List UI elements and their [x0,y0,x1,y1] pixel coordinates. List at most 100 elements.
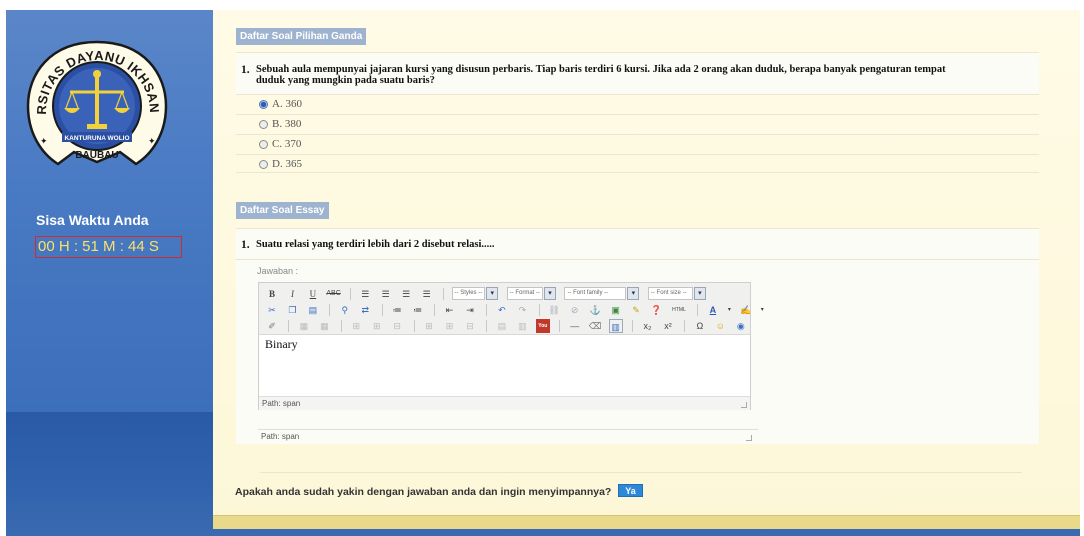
split-cells-icon[interactable]: ▥ [515,319,529,333]
chevron-down-icon[interactable]: ▾ [726,303,732,317]
chevron-down-icon[interactable]: ▾ [486,287,499,300]
italic-icon[interactable]: I [285,287,299,301]
mc-question-text-line2: duduk yang mungkin pada suatu baris? [256,75,435,86]
highlight-icon[interactable]: ✍ [739,303,753,317]
resize-grip-icon[interactable] [746,435,752,441]
bullet-list-icon[interactable]: ≔ [390,303,404,317]
superscript-icon[interactable]: x² [661,319,675,333]
edit-icon[interactable]: ✐ [265,319,279,333]
remove-format-icon[interactable]: ⌫ [588,319,602,333]
align-center-icon[interactable]: ☰ [379,287,393,301]
timer-label: Sisa Waktu Anda [36,212,149,228]
svg-text:✦: ✦ [148,136,156,146]
indent-icon[interactable]: ⇥ [463,303,477,317]
radio-selected-icon[interactable] [259,100,268,109]
mc-question-number: 1. [241,64,250,76]
undo-icon[interactable]: ↶ [495,303,509,317]
strikethrough-icon[interactable]: ABC [326,287,340,301]
answer-label: Jawaban : [257,266,299,276]
find-icon[interactable]: ⚲ [338,303,352,317]
mc-option-c[interactable]: C. 370 [236,134,1039,153]
confirm-row: Apakah anda sudah yakin dengan jawaban a… [235,484,643,498]
emoticon-icon[interactable]: ☺ [713,319,727,333]
toolbar-separator [288,320,290,332]
youtube-icon[interactable]: You [535,319,550,333]
rich-text-editor[interactable]: B I U ABC ☰ ☰ ☰ ☰ -- Styles -- ▾ -- Forma… [258,282,764,410]
numbered-list-icon[interactable]: ≔ [411,303,425,317]
table-props-icon[interactable]: ▦ [317,319,331,333]
cleanup-icon[interactable]: ✎ [629,303,643,317]
table-icon[interactable]: ▦ [297,319,311,333]
mc-option-a[interactable]: A. 360 [236,94,1039,113]
unlink-icon[interactable]: ⊘ [568,303,582,317]
col-insert-icon[interactable]: ⊞ [422,319,436,333]
toolbar-separator [538,304,540,316]
html-icon[interactable]: HTML [670,303,688,317]
outer-path-status: Path: span [258,429,758,443]
divider [236,259,1039,260]
countdown-timer: 00 H : 51 M : 44 S [35,236,182,258]
align-justify-icon[interactable]: ☰ [420,287,434,301]
styles-select[interactable]: -- Styles -- [451,287,486,300]
row-delete-icon[interactable]: ⊟ [390,319,404,333]
main-bottom-bar [213,515,1080,529]
mc-option-label: A. 360 [272,98,302,110]
link-icon[interactable]: ⛓ [547,303,561,317]
resize-grip-icon[interactable] [741,402,747,408]
format-select[interactable]: -- Format -- [506,287,543,300]
toolbar-separator [559,320,561,332]
editor-content[interactable]: Binary [265,337,298,352]
confirm-yes-button[interactable]: Ya [618,484,643,497]
image-icon[interactable]: ▣ [609,303,623,317]
chevron-down-icon[interactable]: ▾ [543,287,556,300]
radio-icon[interactable] [259,140,268,149]
essay-question-text: Suatu relasi yang terdiri lebih dari 2 d… [256,239,495,250]
section-header-multiple-choice: Daftar Soal Pilihan Ganda [236,28,367,45]
horizontal-rule-icon[interactable]: — [568,319,582,333]
chevron-down-icon[interactable]: ▾ [759,303,765,317]
mc-question-text-line1: Sebuah aula mempunyai jajaran kursi yang… [256,64,946,75]
radio-icon[interactable] [259,160,268,169]
mc-option-label: D. 365 [272,158,302,170]
row-after-icon[interactable]: ⊞ [370,319,384,333]
redo-icon[interactable]: ↷ [515,303,529,317]
align-left-icon[interactable]: ☰ [358,287,372,301]
toolbar-row-2: ✂ ❐ ▤ ⚲ ⇄ ≔ ≔ ⇤ ⇥ ↶ ↷ ⛓ ⊘ ⚓ ▣ ✎ ❓ HTML A… [265,303,767,319]
underline-icon[interactable]: U [306,287,320,301]
svg-text:KANTURUNA WOLIO: KANTURUNA WOLIO [64,135,129,142]
col-after-icon[interactable]: ⊞ [443,319,457,333]
toolbar-separator [434,304,436,316]
sidebar: UNIVERSITAS DAYANU IKHSANUDDIN KANTURUNA… [10,10,206,530]
path-label: Path: span [261,432,300,441]
font-color-icon[interactable]: A [706,303,720,317]
align-right-icon[interactable]: ☰ [399,287,413,301]
radio-icon[interactable] [259,120,268,129]
help-icon[interactable]: ❓ [650,303,664,317]
font-family-select[interactable]: -- Font family -- [564,287,627,300]
editor-path-status: Path: span [259,396,750,410]
chevron-down-icon[interactable]: ▾ [627,287,640,300]
copy-icon[interactable]: ❐ [285,303,299,317]
media-icon[interactable]: ◉ [734,319,748,333]
cut-icon[interactable]: ✂ [265,303,279,317]
merge-cells-icon[interactable]: ▤ [495,319,509,333]
paste-icon[interactable]: ▤ [306,303,320,317]
visual-aid-icon[interactable]: ▥ [608,319,623,333]
row-insert-icon[interactable]: ⊞ [349,319,363,333]
chevron-down-icon[interactable]: ▾ [693,287,706,300]
special-char-icon[interactable]: Ω [693,319,707,333]
mc-option-d[interactable]: D. 365 [236,154,1039,173]
toolbar-separator [443,288,445,300]
font-size-select[interactable]: -- Font size -- [647,287,693,300]
replace-icon[interactable]: ⇄ [358,303,372,317]
col-delete-icon[interactable]: ⊟ [463,319,477,333]
divider [260,472,1022,473]
subscript-icon[interactable]: x₂ [641,319,655,333]
toolbar-row-3: ✐ ▦ ▦ ⊞ ⊞ ⊟ ⊞ ⊞ ⊟ ▤ ▥ You — ⌫ ▥ x₂ x² Ω … [265,319,750,335]
mc-option-b[interactable]: B. 380 [236,114,1039,133]
toolbar-separator [486,304,488,316]
outdent-icon[interactable]: ⇤ [443,303,457,317]
anchor-icon[interactable]: ⚓ [588,303,602,317]
bold-icon[interactable]: B [265,287,279,301]
toolbar-row-1: B I U ABC ☰ ☰ ☰ ☰ -- Styles -- ▾ -- Forma… [265,287,710,303]
